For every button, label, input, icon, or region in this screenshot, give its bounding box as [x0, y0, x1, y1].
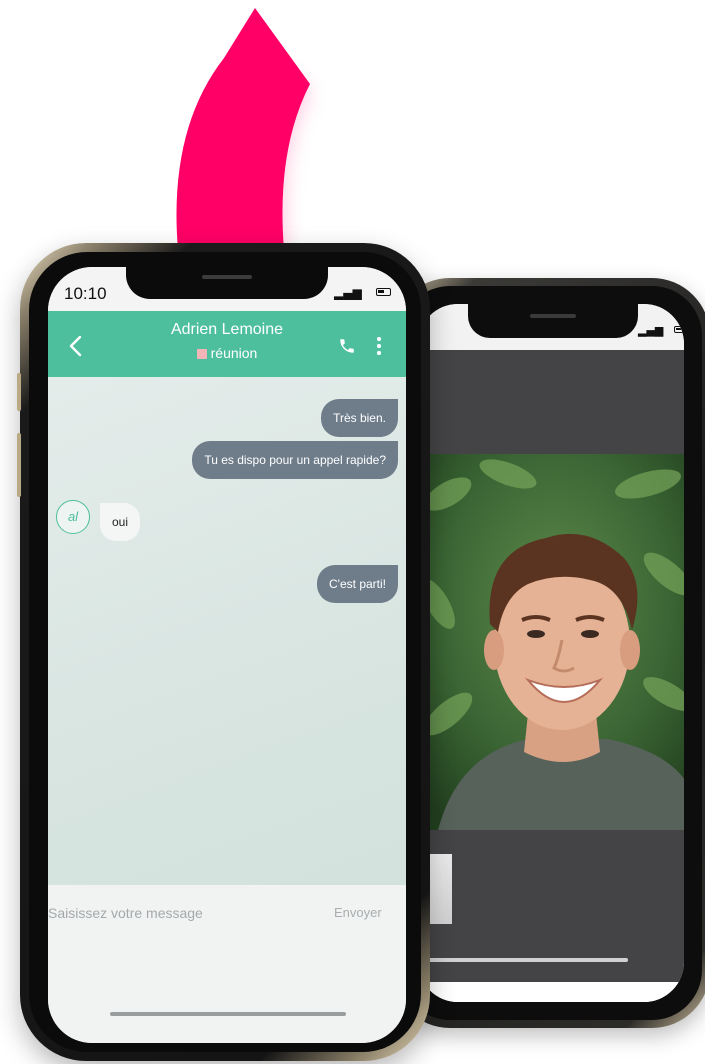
message-composer: Envoyer: [48, 885, 406, 1043]
phone-icon: [340, 339, 354, 353]
status-indicator: [196, 349, 207, 359]
message-bubble-sent: Très bien.: [321, 399, 398, 437]
signal-bars-icon: ▂▄▆: [638, 324, 664, 337]
call-button[interactable]: [338, 337, 356, 355]
front-phone: 10:10 ▂▄▆ Adrien Lemoine réunion Très bi…: [17, 243, 430, 1061]
smiling-man-video[interactable]: [418, 454, 684, 830]
message-bubble-sent: Tu es dispo pour un appel rapide?: [192, 441, 398, 479]
home-indicator[interactable]: [110, 1012, 346, 1016]
back-phone: ▂▄▆: [392, 278, 705, 1028]
message-bubble-sent: C'est parti!: [317, 565, 398, 603]
back-home-indicator: [418, 958, 628, 962]
speaker-grille: [530, 314, 576, 318]
more-options-button[interactable]: [374, 335, 384, 357]
status-bar: 10:10 ▂▄▆: [48, 267, 406, 311]
back-phone-bezel: ▂▄▆: [400, 286, 702, 1020]
video-area: [418, 350, 684, 982]
battery-icon: [674, 326, 684, 333]
notch: [126, 267, 328, 299]
chat-screen: 10:10 ▂▄▆ Adrien Lemoine réunion Très bi…: [48, 267, 406, 1043]
send-button[interactable]: Envoyer: [334, 905, 382, 920]
chat-header: Adrien Lemoine réunion: [48, 311, 406, 377]
volume-button: [17, 433, 21, 497]
speaker-grille: [202, 275, 252, 279]
battery-icon: [376, 288, 391, 296]
mute-switch: [17, 373, 21, 411]
message-bubble-received: oui: [100, 503, 141, 541]
pink-arrow-icon: [176, 8, 310, 250]
back-status-bar: ▂▄▆: [418, 304, 684, 350]
message-list[interactable]: Très bien. Tu es dispo pour un appel rap…: [48, 377, 406, 885]
back-notch: [468, 304, 638, 338]
avatar[interactable]: al: [56, 500, 90, 534]
remote-video-picture: [418, 454, 684, 830]
back-bottom-bar: [418, 982, 684, 1002]
contact-status-label: réunion: [210, 345, 258, 361]
video-call-screen: ▂▄▆: [418, 304, 684, 1002]
message-input[interactable]: [48, 903, 298, 923]
status-time: 10:10: [64, 284, 107, 303]
signal-bars-icon: ▂▄▆: [334, 286, 362, 300]
